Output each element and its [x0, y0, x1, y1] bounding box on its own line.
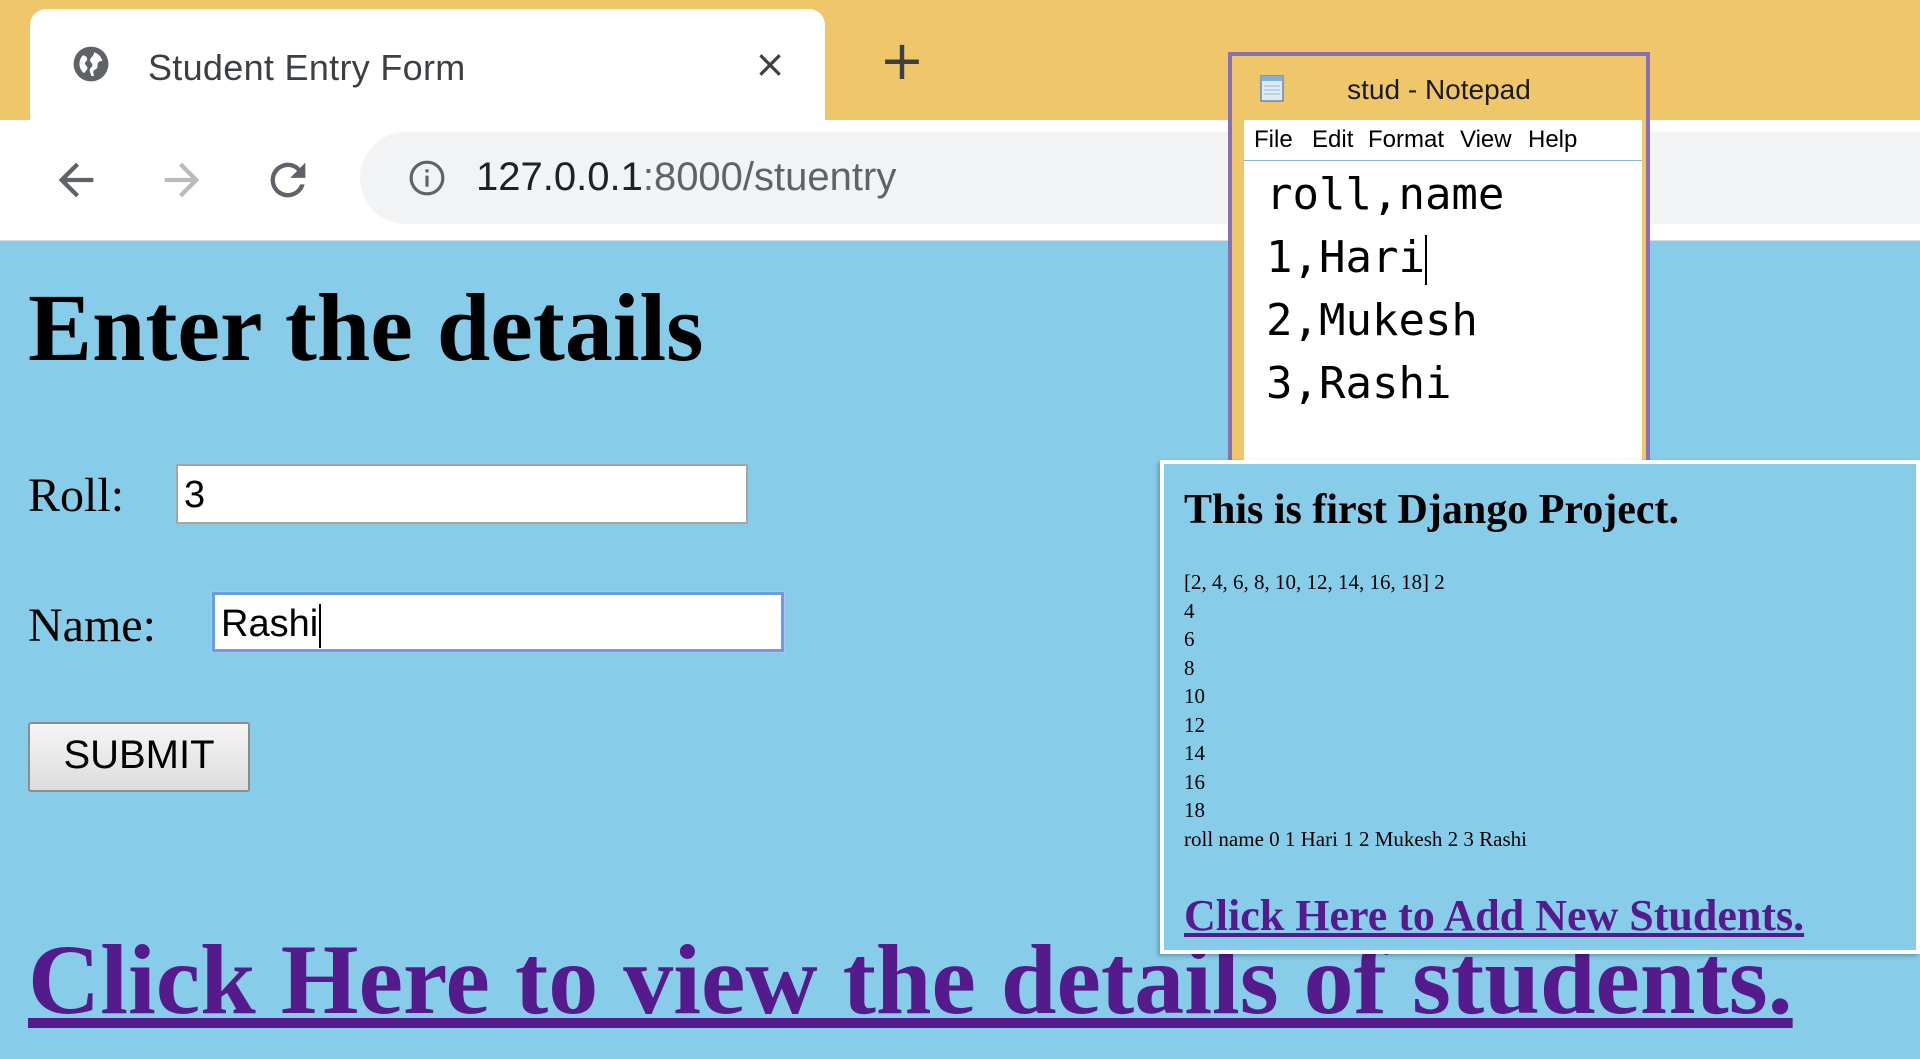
menu-help[interactable]: Help: [1528, 126, 1577, 154]
menu-file[interactable]: File: [1254, 126, 1293, 154]
notepad-text-area[interactable]: roll,name 1,Hari 2,Mukesh 3,Rashi: [1244, 160, 1642, 468]
close-tab-icon[interactable]: ×: [750, 44, 790, 84]
menu-view[interactable]: View: [1460, 126, 1512, 154]
output-line: 6: [1184, 627, 1195, 651]
notepad-menubar: File Edit Format View Help: [1244, 120, 1642, 161]
tab-title: Student Entry Form: [148, 47, 466, 88]
notepad-line: 3,Rashi: [1266, 358, 1452, 409]
url-path: :8000/stuentry: [642, 155, 897, 199]
browser-tab[interactable]: Student Entry Form ×: [30, 9, 825, 120]
output-line: 14: [1184, 741, 1205, 765]
text-caret: [1424, 235, 1427, 285]
popup-heading: This is first Django Project.: [1184, 487, 1679, 533]
globe-icon: [73, 46, 109, 82]
roll-input-value: 3: [184, 474, 206, 516]
name-input[interactable]: Rashi: [212, 592, 784, 652]
arrow-left-icon[interactable]: [50, 154, 102, 206]
text-caret: [319, 603, 322, 648]
reload-icon[interactable]: [262, 154, 314, 206]
arrow-right-icon[interactable]: [156, 154, 208, 206]
address-bar[interactable]: 127.0.0.1:8000/stuentry: [360, 132, 1920, 224]
output-line: 16: [1184, 769, 1205, 794]
output-line: 4: [1184, 598, 1195, 623]
new-tab-button[interactable]: +: [877, 34, 927, 88]
url-host: 127.0.0.1: [476, 155, 643, 199]
output-line: 8: [1184, 655, 1195, 680]
notepad-line: 2,Mukesh: [1266, 295, 1478, 346]
menu-format[interactable]: Format: [1368, 126, 1444, 154]
url-text[interactable]: 127.0.0.1:8000/stuentry: [476, 155, 896, 200]
name-label: Name:: [28, 599, 156, 652]
notepad-window[interactable]: stud - Notepad File Edit Format View Hel…: [1228, 52, 1650, 472]
menu-edit[interactable]: Edit: [1312, 126, 1353, 154]
notepad-line-with-caret: 1,Hari: [1266, 232, 1427, 285]
notepad-title: stud - Notepad: [1347, 74, 1531, 105]
notepad-line: roll,name: [1266, 169, 1505, 220]
roll-input[interactable]: 3: [176, 464, 748, 524]
django-output-popup: This is first Django Project. [2, 4, 6, …: [1160, 460, 1920, 954]
notepad-line: 1,Hari: [1266, 232, 1425, 283]
output-line: roll name 0 1 Hari 1 2 Mukesh 2 3 Rashi: [1184, 826, 1527, 851]
roll-label: Roll:: [28, 469, 125, 522]
name-input-value: Rashi: [221, 603, 319, 645]
output-line: 10: [1184, 684, 1205, 708]
info-icon[interactable]: [408, 159, 446, 197]
notepad-titlebar[interactable]: stud - Notepad: [1232, 56, 1646, 120]
output-line: [2, 4, 6, 8, 10, 12, 14, 16, 18] 2: [1184, 570, 1445, 594]
add-students-link[interactable]: Click Here to Add New Students.: [1184, 890, 1804, 941]
output-line: 18: [1184, 798, 1205, 822]
popup-output: [2, 4, 6, 8, 10, 12, 14, 16, 18] 2 4 6 8…: [1184, 568, 1527, 853]
output-line: 12: [1184, 712, 1205, 737]
submit-button[interactable]: SUBMIT: [28, 722, 250, 792]
page-heading: Enter the details: [28, 274, 704, 381]
